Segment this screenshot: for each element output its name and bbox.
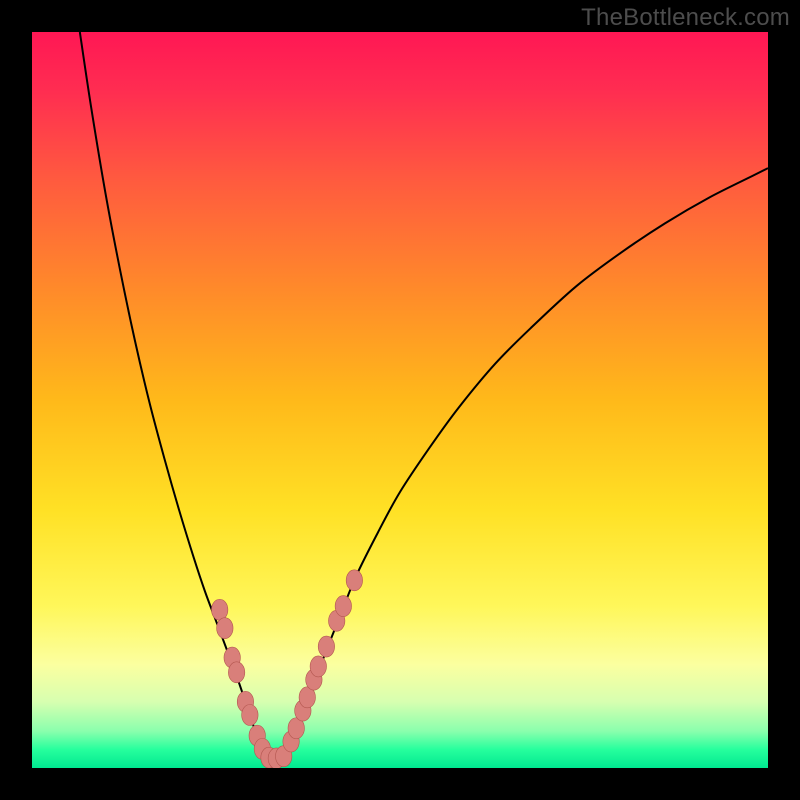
data-marker: [228, 662, 244, 683]
data-marker: [318, 636, 334, 657]
watermark-text: TheBottleneck.com: [581, 4, 790, 32]
data-marker: [310, 656, 326, 677]
left-curve: [80, 32, 264, 755]
plot-area: [32, 32, 768, 768]
data-marker: [335, 596, 351, 617]
data-marker: [211, 599, 227, 620]
data-marker: [242, 705, 258, 726]
chart-frame: TheBottleneck.com: [0, 0, 800, 800]
data-marker: [346, 570, 362, 591]
curve-layer: [32, 32, 768, 768]
right-curve: [286, 168, 768, 755]
marker-group: [211, 570, 362, 768]
data-marker: [217, 618, 233, 639]
